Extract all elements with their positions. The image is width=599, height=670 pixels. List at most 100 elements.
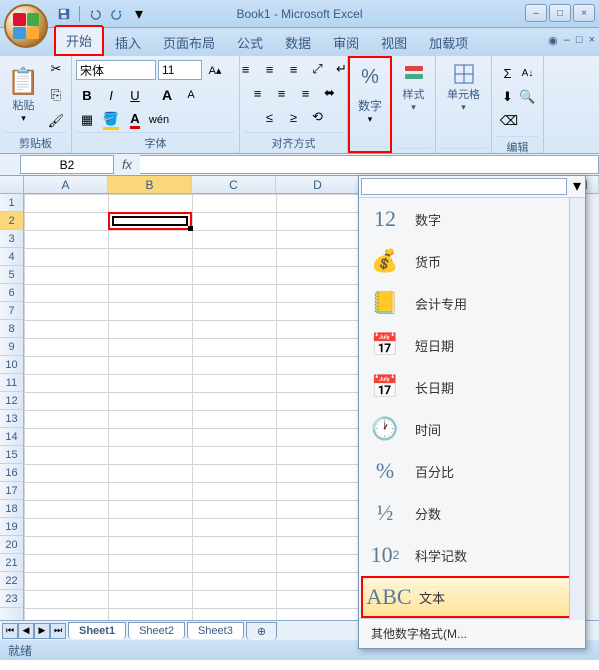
tab-view[interactable]: 视图	[370, 28, 418, 56]
orientation[interactable]: ⤢	[307, 58, 329, 80]
align-top[interactable]: ≡	[235, 58, 257, 80]
fx-icon[interactable]: fx	[114, 157, 140, 172]
format-option-longdate[interactable]: 📅长日期	[359, 366, 585, 408]
row-header-9[interactable]: 9	[0, 338, 23, 356]
sort-button[interactable]: A↓	[518, 62, 537, 84]
format-option-percent[interactable]: %百分比	[359, 450, 585, 492]
row-header-21[interactable]: 21	[0, 554, 23, 572]
office-button[interactable]	[4, 4, 48, 48]
sheet-nav-prev[interactable]: ◀	[18, 623, 34, 639]
row-header-2[interactable]: 2	[0, 212, 23, 230]
shrink-font[interactable]: A	[180, 84, 202, 106]
underline-button[interactable]: U	[124, 84, 146, 106]
help-icon[interactable]: ◉	[548, 34, 558, 47]
tab-data[interactable]: 数据	[274, 28, 322, 56]
sheet-nav-next[interactable]: ▶	[34, 623, 50, 639]
col-header-c[interactable]: C	[192, 176, 276, 193]
font-size-select[interactable]	[158, 60, 202, 80]
align-middle[interactable]: ≡	[259, 58, 281, 80]
sheet-tab-3[interactable]: Sheet3	[187, 622, 244, 639]
row-header-13[interactable]: 13	[0, 410, 23, 428]
row-header-22[interactable]: 22	[0, 572, 23, 590]
tab-review[interactable]: 审阅	[322, 28, 370, 56]
sheet-tab-2[interactable]: Sheet2	[128, 622, 185, 639]
align-center[interactable]: ≡	[271, 82, 293, 104]
row-header-12[interactable]: 12	[0, 392, 23, 410]
align-bottom[interactable]: ≡	[283, 58, 305, 80]
tab-formulas[interactable]: 公式	[226, 28, 274, 56]
font-name-select[interactable]	[76, 60, 156, 80]
format-option-12[interactable]: 12数字	[359, 198, 585, 240]
bold-button[interactable]: B	[76, 84, 98, 106]
minimize-button[interactable]: –	[525, 4, 547, 22]
formula-bar[interactable]	[140, 155, 599, 174]
row-header-19[interactable]: 19	[0, 518, 23, 536]
row-header-23[interactable]: 23	[0, 590, 23, 608]
col-header-b[interactable]: B	[108, 176, 192, 193]
row-header-6[interactable]: 6	[0, 284, 23, 302]
active-cell[interactable]	[108, 212, 192, 230]
row-header-16[interactable]: 16	[0, 464, 23, 482]
grow-font[interactable]: A	[156, 84, 178, 106]
doc-close[interactable]: ×	[589, 34, 595, 47]
format-option-text[interactable]: ABC文本	[361, 576, 583, 618]
col-header-d[interactable]: D	[276, 176, 360, 193]
dropdown-header-box[interactable]	[361, 178, 567, 195]
more-formats[interactable]: 其他数字格式(M...	[359, 618, 585, 648]
row-header-20[interactable]: 20	[0, 536, 23, 554]
close-button[interactable]: ×	[573, 4, 595, 22]
row-header-14[interactable]: 14	[0, 428, 23, 446]
tab-home[interactable]: 开始	[54, 25, 104, 56]
dropdown-scrollbar[interactable]	[569, 198, 585, 620]
row-header-10[interactable]: 10	[0, 356, 23, 374]
font-color[interactable]: A	[124, 109, 146, 131]
sheet-nav-first[interactable]: ⏮	[2, 623, 18, 639]
row-header-11[interactable]: 11	[0, 374, 23, 392]
decrease-indent[interactable]: ≤	[259, 106, 281, 128]
row-header-15[interactable]: 15	[0, 446, 23, 464]
styles-button[interactable]: 样式 ▾	[396, 58, 431, 113]
maximize-button[interactable]: □	[549, 4, 571, 22]
row-header-5[interactable]: 5	[0, 266, 23, 284]
qat-redo[interactable]	[107, 4, 127, 24]
tab-addins[interactable]: 加载项	[418, 28, 479, 56]
italic-button[interactable]: I	[100, 84, 122, 106]
doc-restore[interactable]: □	[576, 34, 583, 47]
number-format-button[interactable]: % 数字 ▾	[354, 60, 386, 125]
merge-cells[interactable]: ⬌	[319, 82, 341, 104]
fill-handle[interactable]	[188, 226, 193, 231]
find-button[interactable]: 🔍	[518, 86, 537, 108]
qat-customize[interactable]: ▾	[129, 4, 149, 24]
cut-button[interactable]: ✂	[45, 58, 67, 80]
sheet-tab-1[interactable]: Sheet1	[68, 622, 126, 639]
qat-undo[interactable]	[85, 4, 105, 24]
row-header-1[interactable]: 1	[0, 194, 23, 212]
doc-minimize[interactable]: –	[564, 34, 570, 47]
sheet-nav-last[interactable]: ⏭	[50, 623, 66, 639]
tab-insert[interactable]: 插入	[104, 28, 152, 56]
copy-button[interactable]: ⎘	[45, 84, 67, 106]
format-option-sci[interactable]: 102科学记数	[359, 534, 585, 576]
select-all-corner[interactable]	[0, 176, 24, 193]
phonetic-button[interactable]: wén	[148, 109, 170, 131]
increase-font[interactable]: A▴	[204, 59, 226, 81]
autosum[interactable]: Σ	[498, 62, 517, 84]
col-header-a[interactable]: A	[24, 176, 108, 193]
cells-button[interactable]: 单元格 ▾	[440, 58, 487, 113]
fill-button[interactable]: ⬇	[498, 86, 517, 108]
increase-indent[interactable]: ≥	[283, 106, 305, 128]
row-header-18[interactable]: 18	[0, 500, 23, 518]
name-box[interactable]	[20, 155, 114, 174]
tab-layout[interactable]: 页面布局	[152, 28, 226, 56]
qat-save[interactable]	[54, 4, 74, 24]
row-header-4[interactable]: 4	[0, 248, 23, 266]
row-header-7[interactable]: 7	[0, 302, 23, 320]
format-painter[interactable]: 🖌	[45, 110, 67, 132]
row-header-8[interactable]: 8	[0, 320, 23, 338]
align-right[interactable]: ≡	[295, 82, 317, 104]
format-option-time[interactable]: 🕐时间	[359, 408, 585, 450]
format-option-currency[interactable]: 💰货币	[359, 240, 585, 282]
align-left[interactable]: ≡	[247, 82, 269, 104]
border-button[interactable]: ▦	[76, 109, 98, 131]
fill-color[interactable]: 🪣	[100, 109, 122, 131]
